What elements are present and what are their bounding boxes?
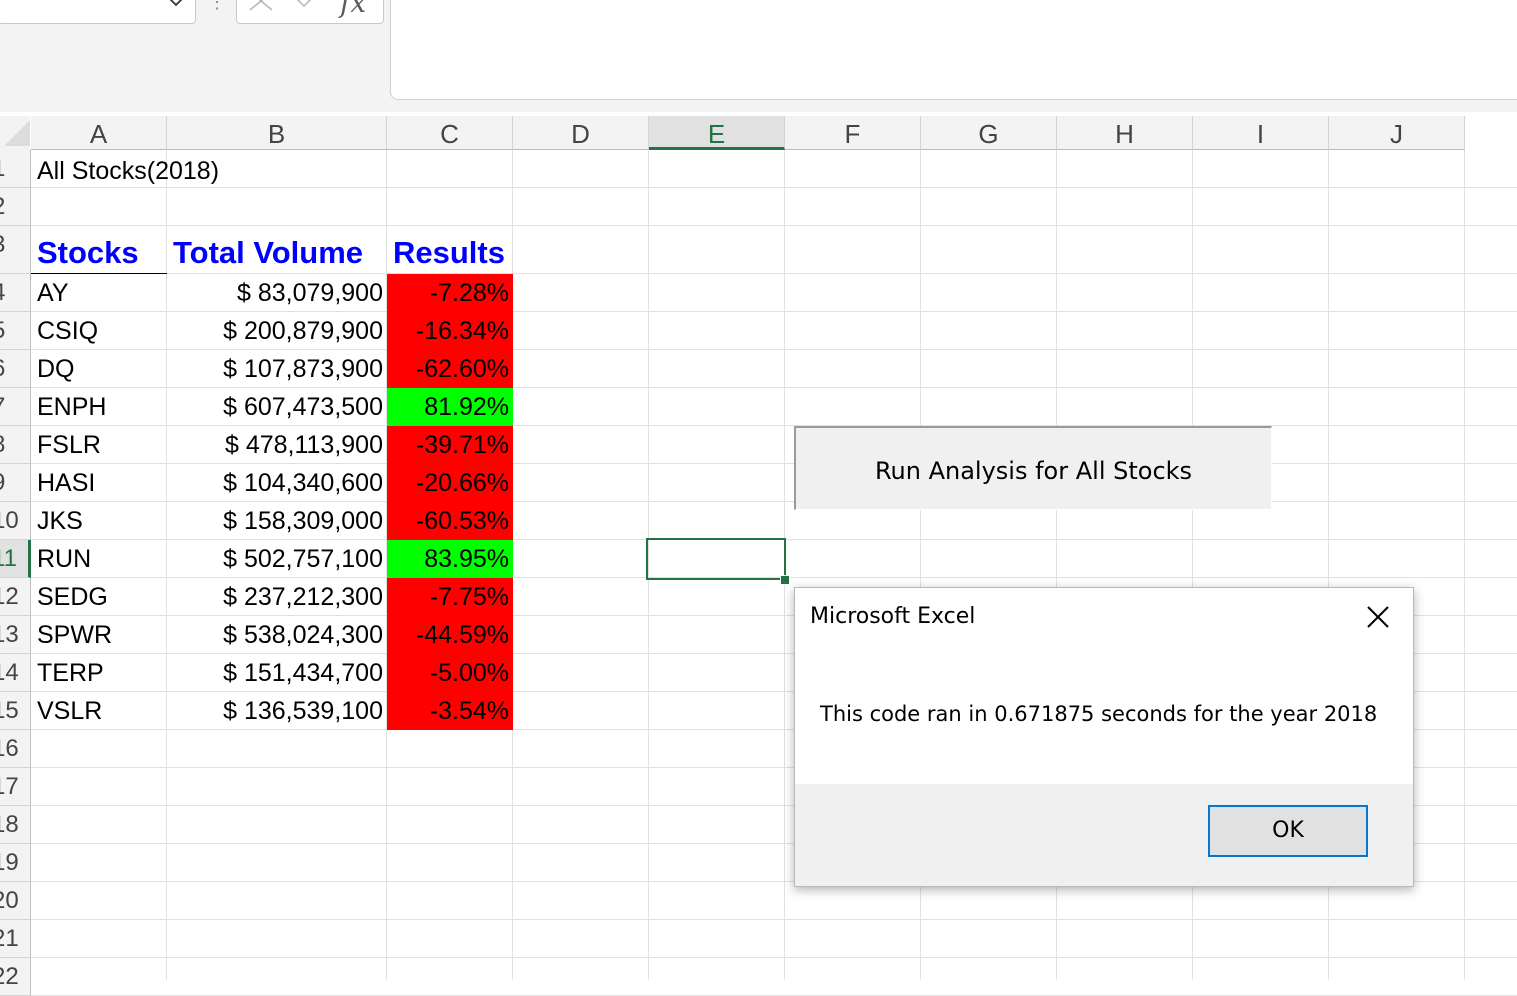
row-header-20[interactable]: 20 [0, 882, 31, 920]
volume-cell[interactable]: $ 83,079,900 [167, 274, 387, 312]
result-cell[interactable]: -7.75% [387, 578, 513, 616]
row-header-13[interactable]: 13 [0, 616, 31, 654]
volume-cell[interactable]: $ 136,539,100 [167, 692, 387, 730]
row-header-18[interactable]: 18 [0, 806, 31, 844]
fill-handle[interactable] [780, 575, 790, 585]
result-cell[interactable]: 83.95% [387, 540, 513, 578]
volume-cell[interactable]: $ 104,340,600 [167, 464, 387, 502]
volume-cell[interactable]: $ 607,473,500 [167, 388, 387, 426]
column-header-g[interactable]: G [921, 116, 1057, 150]
row-header-4[interactable]: 4 [0, 274, 31, 312]
enter-check-icon[interactable] [290, 0, 318, 12]
result-cell[interactable]: -20.66% [387, 464, 513, 502]
row-header-7[interactable]: 7 [0, 388, 31, 426]
more-options-icon[interactable]: ⋮ [208, 0, 226, 13]
ticker-cell[interactable]: ENPH [31, 388, 167, 426]
row-header-15[interactable]: 15 [0, 692, 31, 730]
cancel-icon[interactable] [248, 0, 274, 12]
volume-cell[interactable]: $ 151,434,700 [167, 654, 387, 692]
row-header-17[interactable]: 17 [0, 768, 31, 806]
ticker-cell[interactable]: SEDG [31, 578, 167, 616]
ticker-cell[interactable]: CSIQ [31, 312, 167, 350]
row-header-14[interactable]: 14 [0, 654, 31, 692]
grid-line-vertical [1464, 150, 1465, 980]
header-stocks[interactable]: Stocks [31, 232, 139, 274]
column-header-b[interactable]: B [167, 116, 387, 150]
result-cell[interactable]: -60.53% [387, 502, 513, 540]
volume-cell[interactable]: $ 237,212,300 [167, 578, 387, 616]
insert-function-icon[interactable]: fx [340, 0, 366, 19]
row-header-16[interactable]: 16 [0, 730, 31, 768]
ticker-cell[interactable]: JKS [31, 502, 167, 540]
row-header-6[interactable]: 6 [0, 350, 31, 388]
chevron-down-icon[interactable] [166, 0, 186, 14]
ticker-cell[interactable]: DQ [31, 350, 167, 388]
result-cell[interactable]: 81.92% [387, 388, 513, 426]
column-header-c[interactable]: C [387, 116, 513, 150]
column-header-e[interactable]: E [649, 116, 785, 150]
ticker-cell[interactable]: TERP [31, 654, 167, 692]
row-header-22[interactable]: 22 [0, 958, 31, 996]
volume-cell[interactable]: $ 107,873,900 [167, 350, 387, 388]
column-header-j[interactable]: J [1329, 116, 1465, 150]
volume-cell[interactable]: $ 200,879,900 [167, 312, 387, 350]
result-cell[interactable]: -5.00% [387, 654, 513, 692]
ticker-cell[interactable]: VSLR [31, 692, 167, 730]
selected-cell-e11[interactable] [646, 538, 786, 580]
result-cell[interactable]: -44.59% [387, 616, 513, 654]
column-header-f[interactable]: F [785, 116, 921, 150]
header-results[interactable]: Results [387, 232, 513, 274]
header-total-volume[interactable]: Total Volume [167, 232, 387, 274]
result-cell[interactable]: -16.34% [387, 312, 513, 350]
row-header-11[interactable]: 11 [0, 540, 31, 578]
ok-button[interactable]: OK [1208, 805, 1368, 857]
volume-cell[interactable]: $ 502,757,100 [167, 540, 387, 578]
ticker-cell[interactable]: RUN [31, 540, 167, 578]
ticker-cell[interactable]: AY [31, 274, 167, 312]
row-header-12[interactable]: 12 [0, 578, 31, 616]
row-header-1[interactable]: 1 [0, 150, 31, 188]
ticker-cell[interactable]: HASI [31, 464, 167, 502]
row-header-8[interactable]: 8 [0, 426, 31, 464]
row-header-5[interactable]: 5 [0, 312, 31, 350]
column-header-i[interactable]: I [1193, 116, 1329, 150]
formula-input[interactable] [390, 0, 1517, 100]
ticker-cell[interactable]: SPWR [31, 616, 167, 654]
grid-line-horizontal [31, 957, 1517, 958]
result-cell[interactable]: -39.71% [387, 426, 513, 464]
select-all-triangle-icon [4, 120, 30, 146]
volume-cell[interactable]: $ 538,024,300 [167, 616, 387, 654]
row-header-3[interactable]: 3 [0, 226, 31, 274]
grid-line-horizontal [31, 225, 1517, 226]
row-header-2[interactable]: 2 [0, 188, 31, 226]
dialog-message: This code ran in 0.671875 seconds for th… [820, 702, 1378, 726]
volume-cell[interactable]: $ 478,113,900 [167, 426, 387, 464]
message-dialog: Microsoft Excel This code ran in 0.67187… [794, 587, 1414, 887]
row-header-19[interactable]: 19 [0, 844, 31, 882]
column-header-d[interactable]: D [513, 116, 649, 150]
grid-line-horizontal [31, 919, 1517, 920]
ticker-cell[interactable]: FSLR [31, 426, 167, 464]
sheet-title-cell[interactable]: All Stocks(2018) [31, 154, 219, 188]
row-header-10[interactable]: 10 [0, 502, 31, 540]
run-analysis-button[interactable]: Run Analysis for All Stocks [794, 426, 1272, 510]
column-header-a[interactable]: A [31, 116, 167, 150]
row-header-21[interactable]: 21 [0, 920, 31, 958]
result-cell[interactable]: -3.54% [387, 692, 513, 730]
grid-line-horizontal [31, 187, 1517, 188]
close-icon[interactable] [1363, 602, 1393, 632]
result-cell[interactable]: -7.28% [387, 274, 513, 312]
result-cell[interactable]: -62.60% [387, 350, 513, 388]
column-header-h[interactable]: H [1057, 116, 1193, 150]
dialog-title: Microsoft Excel [810, 604, 976, 629]
volume-cell[interactable]: $ 158,309,000 [167, 502, 387, 540]
row-header-9[interactable]: 9 [0, 464, 31, 502]
